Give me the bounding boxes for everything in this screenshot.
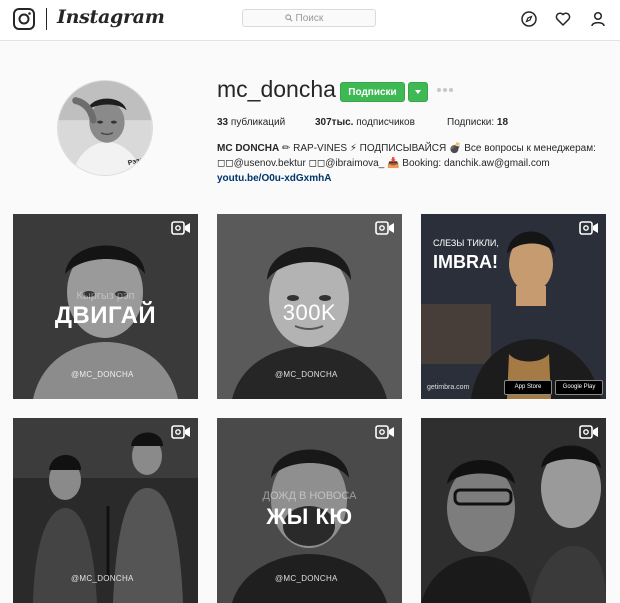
bio-website-link[interactable]: youtu.be/O0u-xdGxmhA [217, 171, 607, 186]
posts-stat: 33 публикаций [217, 117, 285, 128]
post-caption-title: IMBRA! [433, 252, 498, 272]
profile-avatar[interactable]: Рэээп [57, 80, 153, 176]
video-camera-icon [579, 425, 598, 439]
post-image [421, 418, 606, 603]
post-caption-small: ДОЖД В НОВОСА [262, 490, 357, 502]
followers-label: подписчиков [356, 117, 415, 128]
post-watermark: @MC_DONCHA [275, 370, 338, 379]
post-tile[interactable]: ДОЖД В НОВОСА ЖЫ КЮ @MC_DONCHA [217, 418, 402, 603]
video-camera-icon [171, 221, 190, 235]
profile-bio: MC DONCHA ✏ RAP-VINES ⚡ ПОДПИСЫВАЙСЯ 💣 В… [217, 141, 607, 186]
search-icon [284, 14, 293, 22]
post-caption-title: ЖЫ КЮ [266, 504, 353, 529]
bio-name: MC DONCHA [217, 143, 280, 154]
search-box[interactable] [242, 9, 376, 27]
following-stat[interactable]: Подписки: 18 [447, 117, 508, 128]
posts-label: публикаций [230, 117, 286, 128]
instagram-wordmark[interactable]: Instagram [57, 6, 165, 28]
post-tile[interactable] [421, 418, 606, 603]
logo-divider [46, 8, 47, 30]
google-play-badge: Google Play [555, 380, 603, 395]
bio-line-1-text: ✏ RAP-VINES ⚡ ПОДПИСЫВАЙСЯ 💣 Все вопросы… [282, 143, 596, 154]
app-store-badge: App Store [504, 380, 552, 395]
post-caption-title: ДВИГАЙ [54, 302, 157, 329]
profile-user-icon[interactable] [590, 11, 606, 27]
explore-compass-icon[interactable] [521, 11, 537, 27]
video-camera-icon [375, 425, 394, 439]
heart-activity-icon[interactable] [555, 11, 571, 27]
post-caption-title: 300K [282, 300, 337, 325]
post-tile[interactable]: Кыргыз рэп ДВИГАЙ @MC_DONCHA [13, 214, 198, 399]
more-options-icon[interactable] [437, 88, 455, 94]
profile-stats: 33 публикаций 307тыс. подписчиков Подпис… [217, 117, 537, 131]
avatar-photo: Рэээп [58, 81, 152, 175]
post-watermark: @MC_DONCHA [275, 574, 338, 583]
followers-count: 307тыс. [315, 117, 354, 128]
profile-username: mc_doncha [217, 76, 336, 102]
post-caption-small: Кыргыз рэп [76, 290, 135, 302]
bio-line-1: MC DONCHA ✏ RAP-VINES ⚡ ПОДПИСЫВАЙСЯ 💣 В… [217, 141, 607, 156]
post-footer-url: getimbra.com [427, 384, 470, 391]
posts-count: 33 [217, 117, 229, 128]
post-tile[interactable]: 300K @MC_DONCHA [217, 214, 402, 399]
followers-stat[interactable]: 307тыс. подписчиков [315, 117, 415, 128]
post-caption-small: СЛЕЗЫ ТИКЛИ, [433, 238, 499, 248]
following-count: 18 [496, 117, 509, 128]
top-navigation-bar: Instagram [0, 0, 620, 41]
video-camera-icon [579, 221, 598, 235]
following-button[interactable]: Подписки [340, 82, 405, 102]
bio-line-2: ◻◻@usenov.bektur ◻◻@ibraimova_ 📥 Booking… [217, 158, 550, 169]
instagram-camera-icon[interactable] [13, 8, 35, 30]
post-tile[interactable]: СЛЕЗЫ ТИКЛИ, IMBRA! getimbra.com App Sto… [421, 214, 606, 399]
search-input[interactable] [295, 12, 334, 24]
video-camera-icon [171, 425, 190, 439]
post-tile[interactable]: @MC_DONCHA [13, 418, 198, 603]
following-label: Подписки: [447, 117, 495, 128]
suggestions-dropdown-button[interactable] [408, 82, 428, 102]
post-watermark: @MC_DONCHA [71, 574, 134, 583]
video-camera-icon [375, 221, 394, 235]
post-watermark: @MC_DONCHA [71, 370, 134, 379]
